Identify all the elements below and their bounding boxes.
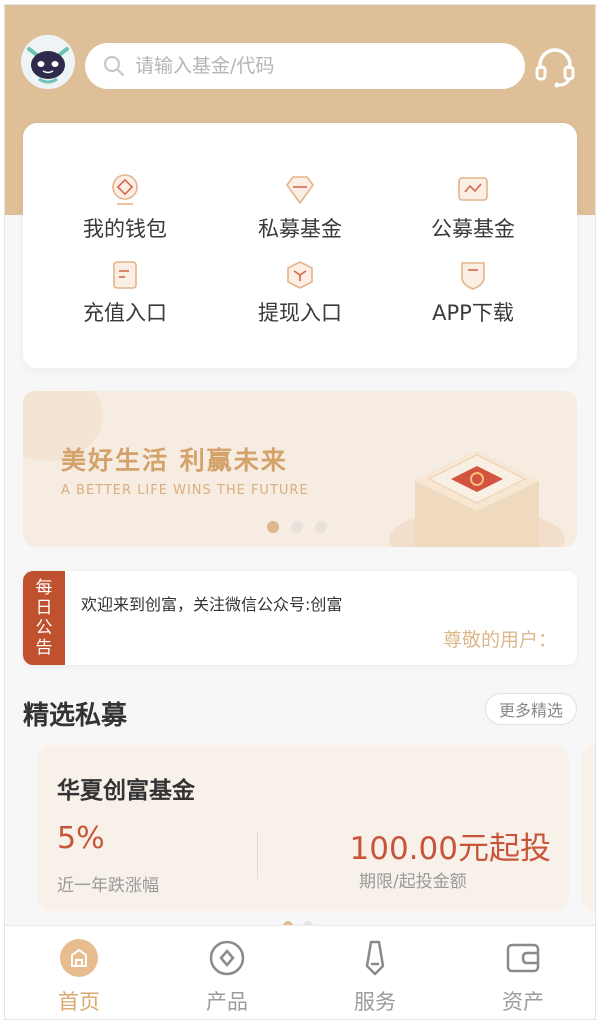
document-icon [113,261,137,289]
tab-service[interactable]: 服务 [301,926,449,1019]
menu-item-withdraw[interactable]: 提现入口 [220,259,380,327]
assets-wallet-icon [506,943,540,973]
fund-name: 华夏创富基金 [57,778,195,804]
notice-tag: 每 日 公 告 [23,571,65,665]
tab-products[interactable]: 产品 [153,926,301,1019]
robot-avatar-icon[interactable] [21,35,75,89]
quick-menu-card: 我的钱包 私募基金 公募基金 充值入口 提现入口 APP下载 [23,123,577,368]
tab-label: 产品 [206,990,248,1014]
fund-rate: 5% [57,821,105,856]
notice-text: 欢迎来到创富，关注微信公众号:创富 [81,595,343,614]
menu-item-label: 公募基金 [431,217,515,241]
notice-tag-char: 日 [35,598,53,618]
shield-download-icon [461,262,485,290]
search-input[interactable] [135,55,495,77]
notice-tag-char: 公 [35,618,53,638]
product-icon [209,940,245,976]
promo-banner[interactable]: 美好生活 利赢未来 A BETTER LIFE WINS THE FUTURE [23,391,577,547]
menu-item-label: APP下载 [432,301,514,325]
banner-subtitle: A BETTER LIFE WINS THE FUTURE [61,483,309,498]
box-icon [287,261,313,289]
banner-dot[interactable] [267,521,279,533]
banner-title: 美好生活 利赢未来 [61,446,288,475]
gift-box-illustration [389,451,565,547]
menu-item-public-fund[interactable]: 公募基金 [393,173,553,243]
menu-item-label: 我的钱包 [83,217,167,241]
fund-rate-label: 近一年跌涨幅 [57,876,159,896]
divider [257,831,258,879]
wallet-icon [112,174,138,205]
menu-item-wallet[interactable]: 我的钱包 [45,173,205,243]
tab-home[interactable]: 首页 [5,926,153,1019]
daily-notice[interactable]: 每 日 公 告 欢迎来到创富，关注微信公众号:创富 尊敬的用户： [23,571,577,665]
notice-scroll-text: 尊敬的用户： [442,629,557,651]
menu-item-private-fund[interactable]: 私募基金 [220,173,380,243]
headset-icon[interactable] [533,45,577,89]
notice-tag-char: 每 [35,578,53,598]
fund-min-invest: 100.00元起投 [349,831,551,867]
notice-tag-char: 告 [35,638,53,658]
more-featured-button[interactable]: 更多精选 [485,693,577,725]
menu-item-label: 私募基金 [258,217,342,241]
menu-item-label: 充值入口 [83,301,167,325]
banner-pagination [267,521,327,533]
app-frame: 我的钱包 私募基金 公募基金 充值入口 [4,4,596,1020]
search-bar[interactable] [85,43,525,89]
banner-dot[interactable] [315,521,327,533]
banner-dot[interactable] [291,521,303,533]
fund-card[interactable]: 华夏创富基金 5% 近一年跌涨幅 100.00元起投 期限/起投金额 [37,745,569,911]
tab-assets[interactable]: 资产 [449,926,595,1019]
fund-min-label: 期限/起投金额 [359,872,467,892]
chart-icon [458,177,488,201]
bottom-tab-bar: 首页 产品 服务 资产 [5,925,595,1019]
tab-label: 资产 [502,990,544,1014]
section-title: 精选私募 [23,701,128,731]
diamond-icon [286,176,314,205]
menu-item-app-download[interactable]: APP下载 [393,259,553,327]
home-icon [60,939,98,977]
service-icon [365,940,385,976]
tab-label: 服务 [354,990,396,1014]
tab-label: 首页 [58,990,100,1014]
search-icon [104,56,124,76]
next-fund-card[interactable] [581,745,595,911]
menu-item-label: 提现入口 [258,301,342,325]
menu-item-recharge[interactable]: 充值入口 [45,259,205,327]
